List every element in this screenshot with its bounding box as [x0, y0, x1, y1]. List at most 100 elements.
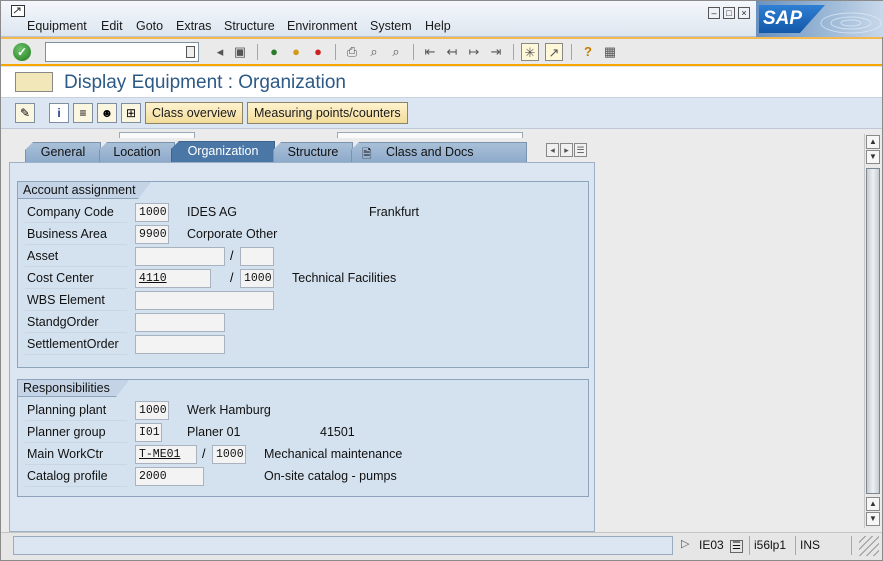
- standard-toolbar: ✓ ◂ ▣ ● ● ● ⎙ ⌕ ⌕ ⇤ ↤ ↦ ⇥ ✳ ↗ ? ▦: [1, 37, 882, 66]
- create-session-icon[interactable]: ✳: [521, 43, 539, 61]
- last-page-icon[interactable]: ⇥: [487, 43, 505, 61]
- info-icon[interactable]: i: [49, 103, 69, 123]
- status-bar: ▷ IE03 ☰ i56lp1 INS: [1, 532, 882, 560]
- tab-location[interactable]: Location: [99, 142, 175, 162]
- tab-left-icon[interactable]: ◂: [546, 143, 559, 157]
- maximize-icon[interactable]: □: [723, 7, 735, 19]
- tab-general[interactable]: General: [25, 142, 101, 162]
- status-expand-icon[interactable]: ▷: [681, 537, 691, 550]
- workctr-plant-field[interactable]: 1000: [212, 445, 246, 464]
- planning-plant-label: Planning plant: [25, 401, 127, 421]
- status-message: [13, 536, 673, 555]
- vertical-scrollbar[interactable]: ▲ ▼ ▲ ▼: [864, 134, 880, 528]
- previous-page-icon[interactable]: ↤: [443, 43, 461, 61]
- business-area-text: Corporate Other: [187, 227, 278, 241]
- business-area-field[interactable]: 9900: [135, 225, 169, 244]
- page-title: Display Equipment : Organization: [64, 72, 346, 93]
- menu-help[interactable]: Help: [425, 19, 451, 33]
- business-area-label: Business Area: [25, 225, 127, 245]
- tab-navigation: ◂ ▸ ☰: [546, 143, 587, 157]
- wbs-element-field[interactable]: [135, 291, 274, 310]
- system-menu-icon[interactable]: [11, 5, 25, 17]
- menu-environment[interactable]: Environment: [287, 19, 357, 33]
- measuring-points-button[interactable]: Measuring points/counters: [247, 102, 408, 124]
- separator-slash: /: [230, 271, 234, 285]
- planner-group-text: Planer 01: [187, 425, 241, 439]
- structure-icon[interactable]: ⊞: [121, 103, 141, 123]
- planner-group-field[interactable]: I01: [135, 423, 162, 442]
- content-area: General Location Organization Structure …: [1, 129, 882, 532]
- asset-field[interactable]: [135, 247, 225, 266]
- main-workctr-label: Main WorkCtr: [25, 445, 127, 465]
- tab-list-icon[interactable]: ☰: [574, 143, 587, 157]
- company-code-field[interactable]: 1000: [135, 203, 169, 222]
- command-history-icon[interactable]: [186, 46, 195, 58]
- tab-structure[interactable]: Structure: [273, 142, 353, 162]
- display-object-icon: [15, 72, 53, 92]
- controlling-area-field[interactable]: 1000: [240, 269, 274, 288]
- customize-layout-icon[interactable]: ▦: [601, 43, 619, 61]
- title-bar: Display Equipment : Organization: [1, 67, 882, 98]
- save-icon[interactable]: ▣: [231, 43, 249, 61]
- cost-center-field[interactable]: 4110: [135, 269, 211, 288]
- menu-equipment[interactable]: Equipment: [27, 19, 87, 33]
- find-next-icon[interactable]: ⌕: [387, 43, 405, 61]
- help-icon[interactable]: ?: [579, 43, 597, 61]
- close-icon[interactable]: ×: [738, 7, 750, 19]
- exit-icon[interactable]: ●: [287, 43, 305, 61]
- main-workctr-field[interactable]: T-ME01: [135, 445, 197, 464]
- settlement-order-label: SettlementOrder: [25, 335, 127, 355]
- tab-class-and-docs[interactable]: 🗎 Class and Docs: [351, 142, 527, 162]
- display-change-icon[interactable]: ✎: [15, 103, 35, 123]
- scroll-top-icon[interactable]: ▲: [866, 135, 880, 149]
- insert-mode: INS: [795, 536, 851, 555]
- account-assignment-group: Account assignment Company Code 1000 IDE…: [17, 181, 589, 368]
- resize-grip-icon[interactable]: [859, 536, 879, 556]
- partner-icon[interactable]: ☻: [97, 103, 117, 123]
- menu-system[interactable]: System: [370, 19, 412, 33]
- menu-goto[interactable]: Goto: [136, 19, 163, 33]
- standing-order-label: StandgOrder: [25, 313, 127, 333]
- cost-center-label: Cost Center: [25, 269, 127, 289]
- tab-strip-edge: [337, 132, 523, 138]
- scroll-down-icon[interactable]: ▲: [866, 497, 880, 511]
- command-field[interactable]: [45, 42, 199, 62]
- menu-edit[interactable]: Edit: [101, 19, 123, 33]
- shortcut-icon[interactable]: ↗: [545, 43, 563, 61]
- planner-group-phone: 41501: [320, 425, 355, 439]
- minimize-icon[interactable]: –: [708, 7, 720, 19]
- back-icon[interactable]: ●: [265, 43, 283, 61]
- enter-icon[interactable]: ✓: [13, 43, 31, 61]
- tab-organization[interactable]: Organization: [171, 141, 275, 162]
- tab-right-icon[interactable]: ▸: [560, 143, 573, 157]
- long-text-icon[interactable]: ≡: [73, 103, 93, 123]
- print-icon[interactable]: ⎙: [343, 43, 361, 61]
- tab-strip-edge: [119, 132, 195, 138]
- find-icon[interactable]: ⌕: [365, 43, 383, 61]
- cancel-icon[interactable]: ●: [309, 43, 327, 61]
- application-toolbar: ✎ i ≡ ☻ ⊞ Class overview Measuring point…: [1, 98, 882, 129]
- planner-group-label: Planner group: [25, 423, 127, 443]
- menu-structure[interactable]: Structure: [224, 19, 275, 33]
- menu-bar: Equipment Edit Goto Extras Structure Env…: [1, 1, 883, 37]
- first-page-icon[interactable]: ⇤: [421, 43, 439, 61]
- catalog-profile-field[interactable]: 2000: [135, 467, 204, 486]
- wave-decoration: [820, 12, 882, 34]
- scroll-up-icon[interactable]: ▼: [866, 150, 880, 164]
- menu-extras[interactable]: Extras: [176, 19, 211, 33]
- class-overview-button[interactable]: Class overview: [145, 102, 244, 124]
- transaction-code-text: IE03: [699, 538, 724, 552]
- scroll-thumb[interactable]: [866, 168, 880, 494]
- next-page-icon[interactable]: ↦: [465, 43, 483, 61]
- wbs-element-label: WBS Element: [25, 291, 127, 311]
- group-title: Account assignment: [17, 181, 152, 199]
- session-list-icon[interactable]: ☰: [730, 540, 743, 553]
- planning-plant-field[interactable]: 1000: [135, 401, 169, 420]
- standing-order-field[interactable]: [135, 313, 225, 332]
- scroll-bottom-icon[interactable]: ▼: [866, 512, 880, 526]
- group-title: Responsibilities: [17, 379, 130, 397]
- previous-icon[interactable]: ◂: [211, 43, 229, 61]
- settlement-order-field[interactable]: [135, 335, 225, 354]
- asset-subnumber-field[interactable]: [240, 247, 274, 266]
- tab-panel-organization: Account assignment Company Code 1000 IDE…: [9, 162, 595, 532]
